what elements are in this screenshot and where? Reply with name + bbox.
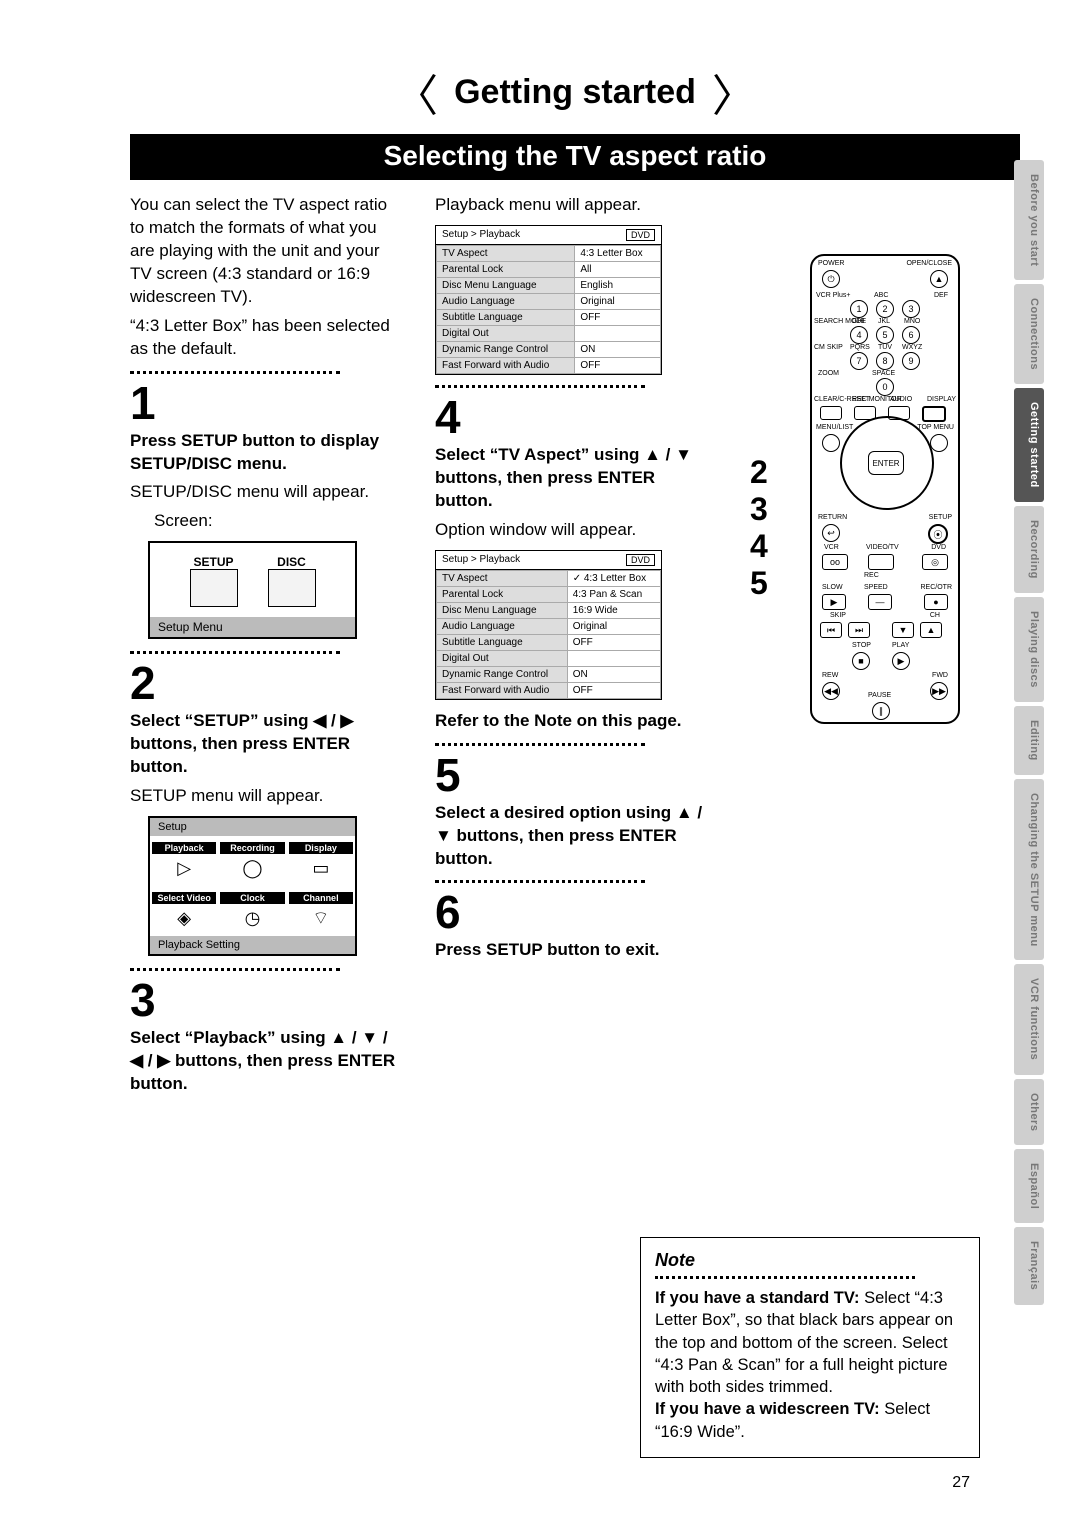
- tab-others[interactable]: Others: [1014, 1079, 1044, 1145]
- setup-panel-foot: Setup Menu: [150, 617, 355, 637]
- divider: [435, 385, 645, 388]
- note-h1: If you have a standard TV:: [655, 1289, 859, 1307]
- step-1-body: SETUP/DISC menu will appear.: [130, 481, 405, 504]
- step-3-title: Select “Playback” using ▲ / ▼ / ◀ / ▶ bu…: [130, 1027, 405, 1096]
- tab-francais[interactable]: Français: [1014, 1227, 1044, 1304]
- column-left: You can select the TV aspect ratio to ma…: [130, 194, 405, 1102]
- subbanner: Selecting the TV aspect ratio: [130, 134, 1020, 180]
- setup-disc-panel: SETUP DISC Setup Menu: [148, 541, 357, 639]
- divider: [130, 651, 340, 654]
- setup-grid-foot: Playback Setting: [150, 936, 355, 954]
- chevron-right-icon: 〉: [712, 60, 756, 124]
- power-button-icon: ⏻: [822, 270, 840, 288]
- clock-icon: ◷: [220, 904, 284, 932]
- recording-icon: ◯: [220, 854, 284, 882]
- open-close-icon: ▲: [930, 270, 948, 288]
- note-divider: [655, 1276, 915, 1279]
- setup-grid-panel: Setup Playback▷ Recording◯ Display▭ Sele…: [148, 816, 357, 956]
- note-box: Note If you have a standard TV: Select “…: [640, 1237, 980, 1458]
- column-right: 2 3 4 5 1 6 POWER OPEN/CLOSE ⏻ ▲ VCR Plu…: [740, 194, 1020, 774]
- remote-diagram: POWER OPEN/CLOSE ⏻ ▲ VCR Plus+ ABC DEF 1…: [810, 254, 960, 724]
- selvideo-icon: ◈: [152, 904, 216, 932]
- step-1-number: 1: [130, 380, 405, 426]
- step-6-title: Press SETUP button to exit.: [435, 939, 710, 962]
- disc-tab-icon: [268, 569, 316, 607]
- banner: 〈 Getting started 〉: [130, 60, 1020, 124]
- setup-tab-label: SETUP: [190, 555, 238, 569]
- page-number: 27: [952, 1474, 970, 1492]
- playback-menu-note: Playback menu will appear.: [435, 194, 710, 217]
- enter-button: ENTER: [868, 451, 904, 475]
- note-h2: If you have a widescreen TV:: [655, 1400, 880, 1418]
- tab-vcr[interactable]: VCR functions: [1014, 964, 1044, 1074]
- menulist-icon: [822, 434, 840, 452]
- setup-tab-icon: [190, 569, 238, 607]
- channel-icon: ⌔: [289, 904, 353, 932]
- chevron-left-icon: 〈: [394, 60, 438, 124]
- divider: [435, 743, 645, 746]
- step-4-number: 4: [435, 394, 710, 440]
- step-4-title: Select “TV Aspect” using ▲ / ▼ buttons, …: [435, 444, 710, 513]
- tab-setup-menu[interactable]: Changing the SETUP menu: [1014, 779, 1044, 961]
- topmenu-icon: [930, 434, 948, 452]
- display-icon: ▭: [289, 854, 353, 882]
- step-2-body: SETUP menu will appear.: [130, 785, 405, 808]
- playback-icon: ▷: [152, 854, 216, 882]
- step-2-title: Select “SETUP” using ◀ / ▶ buttons, then…: [130, 710, 405, 779]
- intro-2: “4:3 Letter Box” has been selected as th…: [130, 315, 405, 361]
- setup-grid-header: Setup: [150, 818, 355, 836]
- step-5-number: 5: [435, 752, 710, 798]
- banner-title: Getting started: [454, 73, 696, 112]
- step-5-title: Select a desired option using ▲ / ▼ butt…: [435, 802, 710, 871]
- step-6-number: 6: [435, 889, 710, 935]
- intro-1: You can select the TV aspect ratio to ma…: [130, 194, 405, 309]
- divider: [130, 371, 340, 374]
- step-4-ref: Refer to the Note on this page.: [435, 710, 710, 733]
- step-4-body: Option window will appear.: [435, 519, 710, 542]
- setup-icon: ⦿: [928, 524, 948, 544]
- osd-aspect-menu: Setup > PlaybackDVD TV Aspect✓ 4:3 Lette…: [435, 550, 662, 700]
- callouts-left: 2 3 4 5: [750, 454, 768, 602]
- divider: [130, 968, 340, 971]
- tab-espanol[interactable]: Español: [1014, 1149, 1044, 1223]
- osd-playback-menu: Setup > PlaybackDVD TV Aspect4:3 Letter …: [435, 225, 662, 375]
- disc-tab-label: DISC: [268, 555, 316, 569]
- return-icon: ↩: [822, 524, 840, 542]
- note-title: Note: [655, 1248, 965, 1272]
- divider: [435, 880, 645, 883]
- step-1-title: Press SETUP button to display SETUP/DISC…: [130, 430, 405, 476]
- step-1-screen-label: Screen:: [154, 510, 405, 533]
- step-2-number: 2: [130, 660, 405, 706]
- column-middle: Playback menu will appear. Setup > Playb…: [435, 194, 710, 968]
- step-3-number: 3: [130, 977, 405, 1023]
